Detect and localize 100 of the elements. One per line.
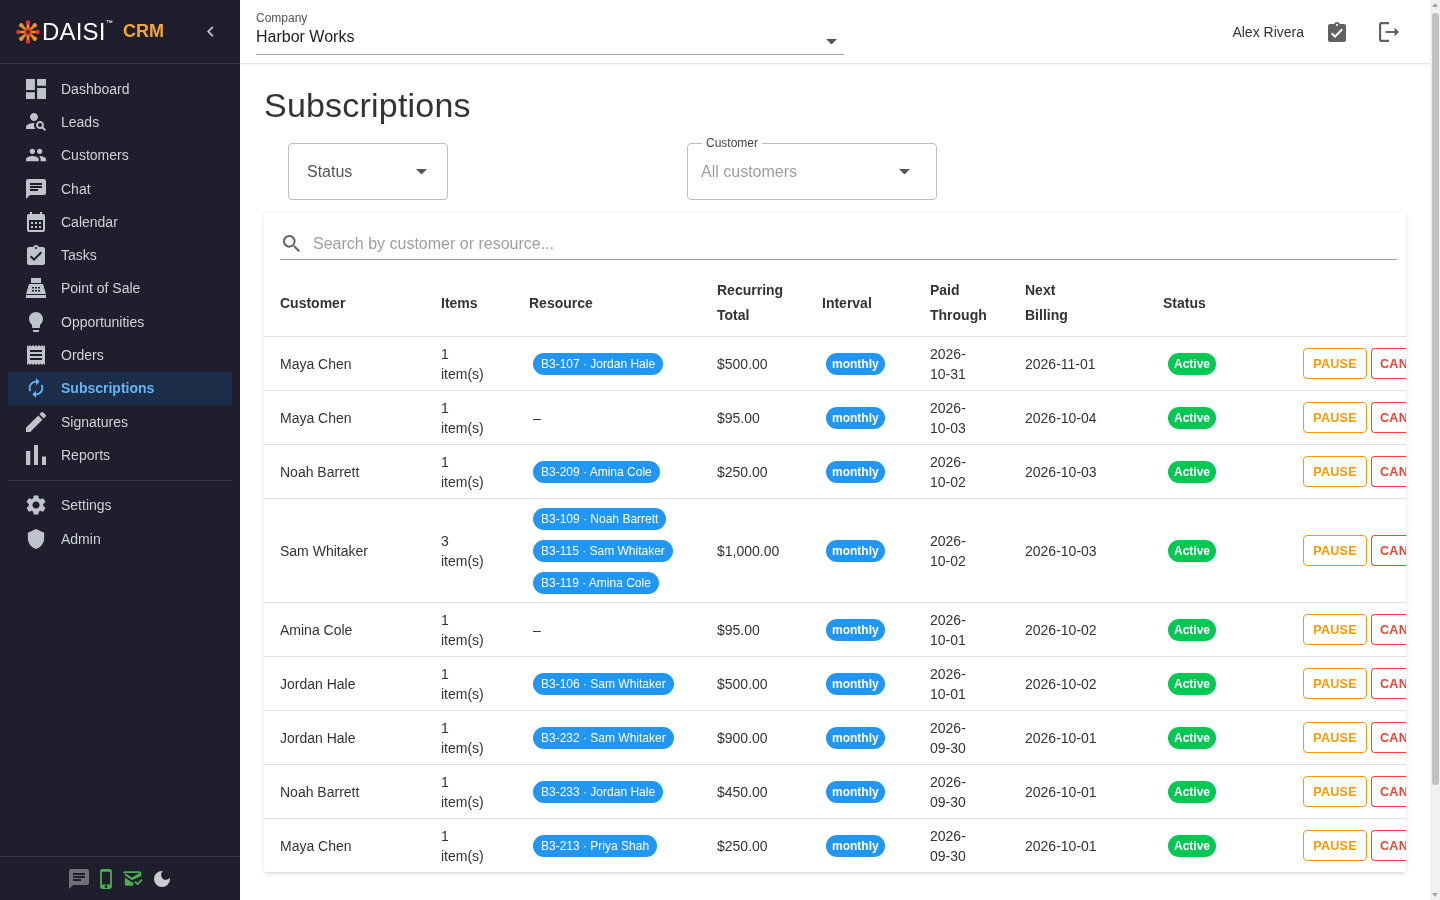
resource-chip[interactable]: B3-232 · Sam Whitaker [533, 726, 674, 749]
empty-value: – [533, 620, 541, 640]
column-header: Recurring Total [701, 270, 806, 337]
pause-button[interactable]: PAUSE [1303, 348, 1367, 379]
sidebar-item[interactable]: Signatures [8, 404, 232, 439]
table-cell: 1 item(s) [425, 444, 513, 499]
status-chip: Active [1168, 726, 1217, 749]
column-header: Status [1147, 270, 1287, 337]
empty-value: – [533, 408, 541, 428]
interval-chip: monthly [826, 834, 885, 857]
phone-icon[interactable] [99, 868, 112, 889]
status-chip: Active [1168, 618, 1217, 641]
resource-chip[interactable]: B3-107 · Jordan Hale [533, 352, 664, 375]
chat-bubble-icon[interactable] [68, 868, 89, 889]
logo-product-name: CRM [122, 21, 164, 42]
mail-check-icon[interactable] [122, 871, 143, 886]
sidebar-item[interactable]: Leads [8, 105, 232, 139]
table-cell: Noah Barrett [264, 444, 425, 499]
table-cell: $95.00 [701, 390, 806, 445]
interval-chip: monthly [826, 672, 885, 695]
gear-icon [26, 495, 46, 516]
table-cell: 2026-10-01 [1009, 764, 1147, 819]
status-chip: Active [1168, 834, 1217, 857]
status-chip: Active [1168, 672, 1217, 695]
resource-chip[interactable]: B3-109 · Noah Barrett [533, 507, 667, 530]
sync-icon [26, 378, 46, 399]
sidebar-item[interactable]: Settings [8, 488, 232, 522]
table-cell: $95.00 [701, 602, 806, 657]
interval-chip: monthly [826, 460, 885, 483]
sidebar-item[interactable]: Point of Sale [8, 271, 232, 306]
table-cell: Sam Whitaker [264, 498, 425, 603]
sidebar-item[interactable]: Opportunities [8, 305, 232, 339]
shield-icon [26, 528, 46, 549]
pause-button[interactable]: PAUSE [1303, 830, 1367, 861]
status-select[interactable]: Status [288, 143, 448, 200]
column-header: Interval [806, 270, 914, 337]
table-cell: 2026-10-01 [914, 602, 1009, 657]
pause-button[interactable]: PAUSE [1303, 668, 1367, 699]
table-cell: 2026-10-31 [914, 336, 1009, 391]
resource-chip[interactable]: B3-115 · Sam Whitaker [533, 539, 673, 562]
clipboard-check-icon[interactable] [1328, 21, 1346, 42]
flower-logo-icon [16, 19, 40, 44]
resource-chip[interactable]: B3-119 · Amina Cole [533, 571, 659, 594]
pen-icon [26, 411, 46, 432]
table-cell: 2026-09-30 [914, 818, 1009, 873]
scrollbar[interactable] [1430, 0, 1440, 900]
interval-chip: monthly [826, 618, 885, 641]
resource-chip[interactable]: B3-233 · Jordan Hale [533, 780, 664, 803]
interval-chip: monthly [826, 539, 885, 562]
pause-button[interactable]: PAUSE [1303, 535, 1367, 566]
pause-button[interactable]: PAUSE [1303, 722, 1367, 753]
status-chip: Active [1168, 539, 1217, 562]
logo-wordmark: DAISI$^{™}$ [42, 17, 113, 46]
receipt-icon [26, 345, 46, 365]
chevron-left-icon[interactable] [207, 26, 214, 37]
pause-button[interactable]: PAUSE [1303, 402, 1367, 433]
table-cell: 1 item(s) [425, 710, 513, 765]
table-cell: 2026-10-02 [914, 444, 1009, 499]
table-cell: $250.00 [701, 444, 806, 499]
pause-button[interactable]: PAUSE [1303, 456, 1367, 487]
table-cell: Maya Chen [264, 390, 425, 445]
sidebar-item[interactable]: Dashboard [8, 72, 232, 106]
logout-icon[interactable] [1379, 21, 1399, 42]
sidebar-item[interactable]: Chat [8, 171, 232, 206]
column-header: Next Billing [1009, 270, 1147, 337]
moon-icon[interactable] [153, 870, 170, 887]
pause-button[interactable]: PAUSE [1303, 776, 1367, 807]
resource-chip[interactable]: B3-106 · Sam Whitaker [533, 672, 674, 695]
table-cell: $450.00 [701, 764, 806, 819]
resource-chip[interactable]: B3-213 · Priya Shah [533, 834, 658, 857]
sidebar-item[interactable]: Reports [8, 438, 232, 472]
customer-select[interactable]: Customer All customers [687, 136, 937, 200]
sidebar-item[interactable]: Customers [8, 138, 232, 172]
search-field[interactable]: Search by customer or resource... [280, 228, 1397, 260]
table-cell: Jordan Hale [264, 656, 425, 711]
sidebar-item[interactable]: Calendar [8, 205, 232, 239]
lightbulb-icon [26, 311, 46, 332]
table-cell: Noah Barrett [264, 764, 425, 819]
table-cell: 2026-10-03 [1009, 444, 1147, 499]
pause-button[interactable]: PAUSE [1303, 614, 1367, 645]
table-cell: $1,000.00 [701, 498, 806, 603]
status-chip: Active [1168, 352, 1217, 375]
table-cell: $250.00 [701, 818, 806, 873]
table-cell: 1 item(s) [425, 764, 513, 819]
caret-icon [899, 168, 910, 175]
resource-chip[interactable]: B3-209 · Amina Cole [533, 460, 660, 483]
sidebar-item[interactable]: Admin [8, 521, 232, 556]
table-cell: 2026-10-01 [1009, 710, 1147, 765]
column-header: Paid Through [914, 270, 1009, 337]
company-select[interactable]: Company Harbor Works [256, 7, 844, 55]
sidebar-item[interactable]: Tasks [8, 238, 232, 272]
person-search-icon [26, 111, 46, 132]
caret-icon [416, 168, 427, 175]
table-cell: 1 item(s) [425, 656, 513, 711]
table-cell: $900.00 [701, 710, 806, 765]
table-cell: 2026-11-01 [1009, 336, 1147, 391]
sidebar-item[interactable]: Subscriptions [8, 371, 232, 405]
table-cell: 2026-09-30 [914, 764, 1009, 819]
sidebar-item[interactable]: Orders [8, 338, 232, 372]
status-chip: Active [1168, 460, 1217, 483]
